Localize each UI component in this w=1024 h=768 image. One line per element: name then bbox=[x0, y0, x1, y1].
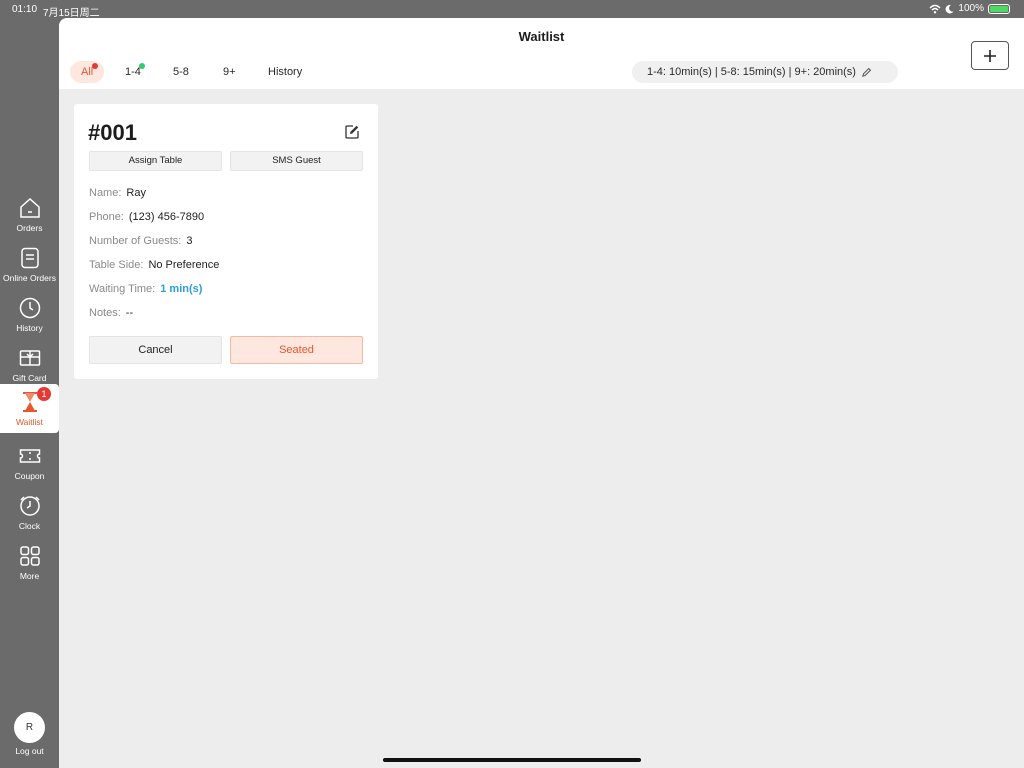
avatar[interactable]: R bbox=[14, 712, 45, 743]
waitlist-card: #001 Assign Table SMS Guest Name: Ray Pho… bbox=[74, 104, 378, 379]
status-bar: 01:10 7月15日周二 100% bbox=[0, 0, 1024, 19]
field-label: Number of Guests: bbox=[89, 235, 182, 247]
field-label: Waiting Time: bbox=[89, 283, 156, 295]
tab-all[interactable]: All bbox=[70, 61, 105, 83]
sidebar-item-more[interactable]: More bbox=[0, 538, 59, 588]
tab-label: History bbox=[268, 66, 303, 78]
status-time: 01:10 bbox=[12, 4, 38, 15]
status-icons: 100% bbox=[929, 3, 1010, 14]
edit-icon bbox=[345, 125, 359, 139]
assign-table-button[interactable]: Assign Table bbox=[89, 151, 222, 171]
wait-time-text: 1-4: 10min(s) | 5-8: 15min(s) | 9+: 20mi… bbox=[647, 66, 856, 78]
sidebar-item-label: Orders bbox=[16, 223, 43, 233]
home-icon bbox=[19, 197, 40, 218]
wait-time-settings[interactable]: 1-4: 10min(s) | 5-8: 15min(s) | 9+: 20mi… bbox=[632, 61, 898, 83]
logout-button[interactable]: Log out bbox=[0, 746, 59, 756]
ticket-icon bbox=[19, 449, 40, 463]
tab-label: 5-8 bbox=[173, 66, 189, 78]
guest-phone: (123) 456-7890 bbox=[128, 211, 205, 223]
sms-guest-button[interactable]: SMS Guest bbox=[230, 151, 363, 171]
waiting-time: 1 min(s) bbox=[160, 283, 203, 295]
field-label: Table Side: bbox=[89, 259, 144, 271]
add-waitlist-button[interactable] bbox=[971, 41, 1009, 70]
sidebar-item-label: Waitlist bbox=[15, 417, 44, 427]
tab-5-8[interactable]: 5-8 bbox=[162, 61, 200, 83]
sidebar: Orders Online Orders History Gift Card 1… bbox=[0, 18, 59, 768]
notes: -- bbox=[125, 307, 134, 319]
plus-icon bbox=[984, 49, 996, 62]
party-number: #001 bbox=[88, 120, 137, 145]
seated-button[interactable]: Seated bbox=[230, 336, 363, 364]
gift-card-icon bbox=[19, 350, 40, 366]
table-side: No Preference bbox=[148, 259, 220, 271]
edit-party-button[interactable] bbox=[344, 124, 360, 145]
sidebar-item-orders[interactable]: Orders bbox=[0, 190, 59, 240]
tab-all-dot bbox=[92, 63, 98, 69]
sidebar-item-clock[interactable]: Clock bbox=[0, 488, 59, 538]
status-date: 7月15日周二 bbox=[43, 8, 100, 19]
sidebar-item-gift-card[interactable]: Gift Card bbox=[0, 340, 59, 390]
battery-icon bbox=[988, 3, 1010, 14]
tab-1-4-dot bbox=[139, 63, 145, 69]
guest-name-row: Name: Ray bbox=[89, 187, 146, 199]
pencil-icon bbox=[862, 67, 872, 77]
home-indicator[interactable] bbox=[383, 758, 641, 762]
wifi-icon bbox=[929, 4, 941, 13]
main-content: Waitlist All 1-4 5-8 9+ History 1-4: 10m… bbox=[59, 18, 1024, 768]
field-label: Notes: bbox=[89, 307, 121, 319]
field-label: Phone: bbox=[89, 211, 124, 223]
sidebar-item-label: History bbox=[16, 323, 43, 333]
waitlist-badge: 1 bbox=[37, 387, 51, 401]
battery-percent: 100% bbox=[958, 3, 984, 14]
document-icon bbox=[20, 247, 39, 269]
page-title: Waitlist bbox=[518, 29, 565, 44]
sidebar-item-waitlist[interactable]: 1 Waitlist bbox=[0, 384, 59, 433]
sidebar-item-label: Clock bbox=[18, 521, 41, 531]
waiting-time-row: Waiting Time: 1 min(s) bbox=[89, 283, 202, 295]
sidebar-item-online-orders[interactable]: Online Orders bbox=[0, 240, 59, 290]
guest-count: 3 bbox=[186, 235, 193, 247]
moon-icon bbox=[946, 4, 954, 13]
cancel-button[interactable]: Cancel bbox=[89, 336, 222, 364]
sidebar-item-coupon[interactable]: Coupon bbox=[0, 438, 59, 488]
tab-label: 9+ bbox=[223, 66, 236, 78]
table-side-row: Table Side: No Preference bbox=[89, 259, 219, 271]
sidebar-item-history[interactable]: History bbox=[0, 290, 59, 340]
sidebar-item-label: More bbox=[19, 571, 40, 581]
guest-name: Ray bbox=[126, 187, 146, 199]
sidebar-item-label: Online Orders bbox=[3, 273, 56, 283]
tab-1-4[interactable]: 1-4 bbox=[114, 61, 152, 83]
guest-phone-row: Phone: (123) 456-7890 bbox=[89, 211, 204, 223]
tab-label: All bbox=[81, 66, 94, 78]
tab-9-plus[interactable]: 9+ bbox=[212, 61, 247, 83]
tab-history[interactable]: History bbox=[257, 61, 313, 83]
tab-label: 1-4 bbox=[125, 66, 141, 78]
field-label: Name: bbox=[89, 187, 122, 199]
waitlist-header: Waitlist All 1-4 5-8 9+ History 1-4: 10m… bbox=[59, 18, 1024, 89]
sidebar-item-label: Coupon bbox=[14, 471, 45, 481]
guest-count-row: Number of Guests: 3 bbox=[89, 235, 192, 247]
sidebar-item-label: Gift Card bbox=[12, 373, 47, 383]
alarm-clock-icon bbox=[19, 496, 40, 516]
notes-row: Notes: -- bbox=[89, 307, 133, 319]
clock-icon bbox=[19, 297, 40, 319]
grid-icon bbox=[19, 546, 40, 566]
